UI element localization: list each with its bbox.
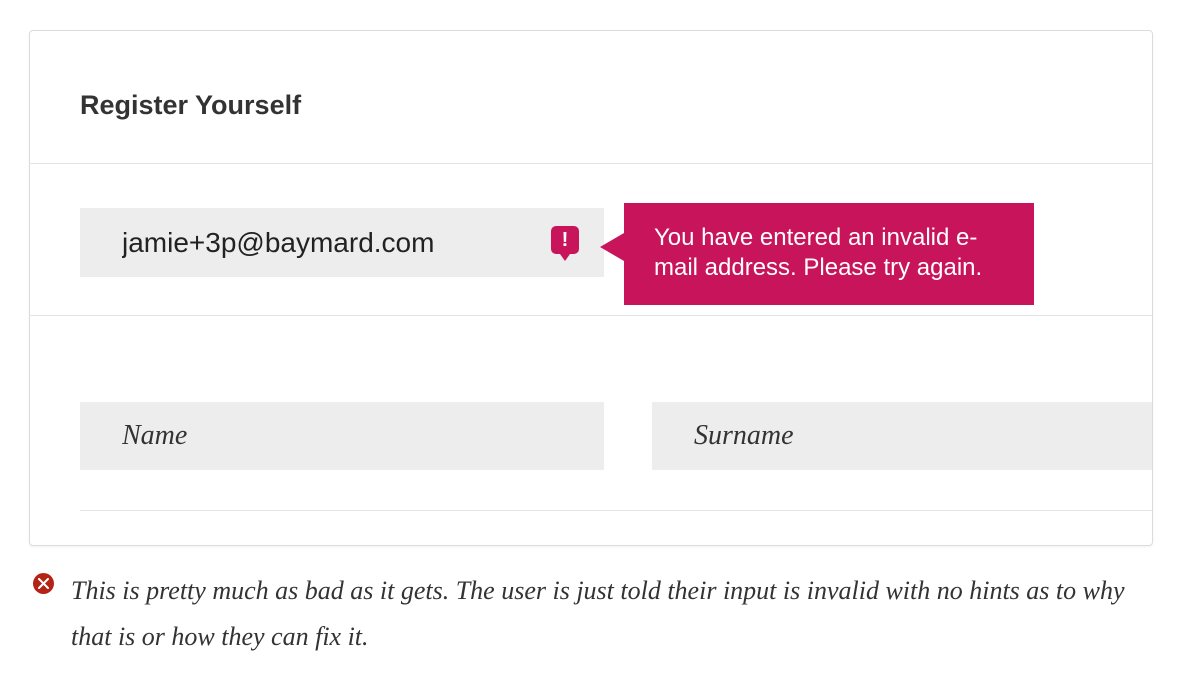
form-screenshot-card: Register Yourself ! You have entered an … xyxy=(29,30,1153,546)
caption-row: This is pretty much as bad as it gets. T… xyxy=(33,568,1151,659)
divider xyxy=(30,163,1152,164)
cross-icon xyxy=(33,573,54,594)
email-row: ! You have entered an invalid e-mail add… xyxy=(30,208,1152,277)
error-icon: ! xyxy=(551,226,579,254)
divider xyxy=(30,315,1152,316)
email-input[interactable] xyxy=(80,208,604,277)
surname-input[interactable] xyxy=(652,402,1152,470)
name-input[interactable] xyxy=(80,402,604,470)
name-row xyxy=(30,402,1152,470)
divider xyxy=(80,510,1152,511)
caption-text: This is pretty much as bad as it gets. T… xyxy=(71,568,1151,659)
form-heading: Register Yourself xyxy=(80,90,1152,121)
error-tooltip: You have entered an invalid e-mail addre… xyxy=(624,203,1034,305)
